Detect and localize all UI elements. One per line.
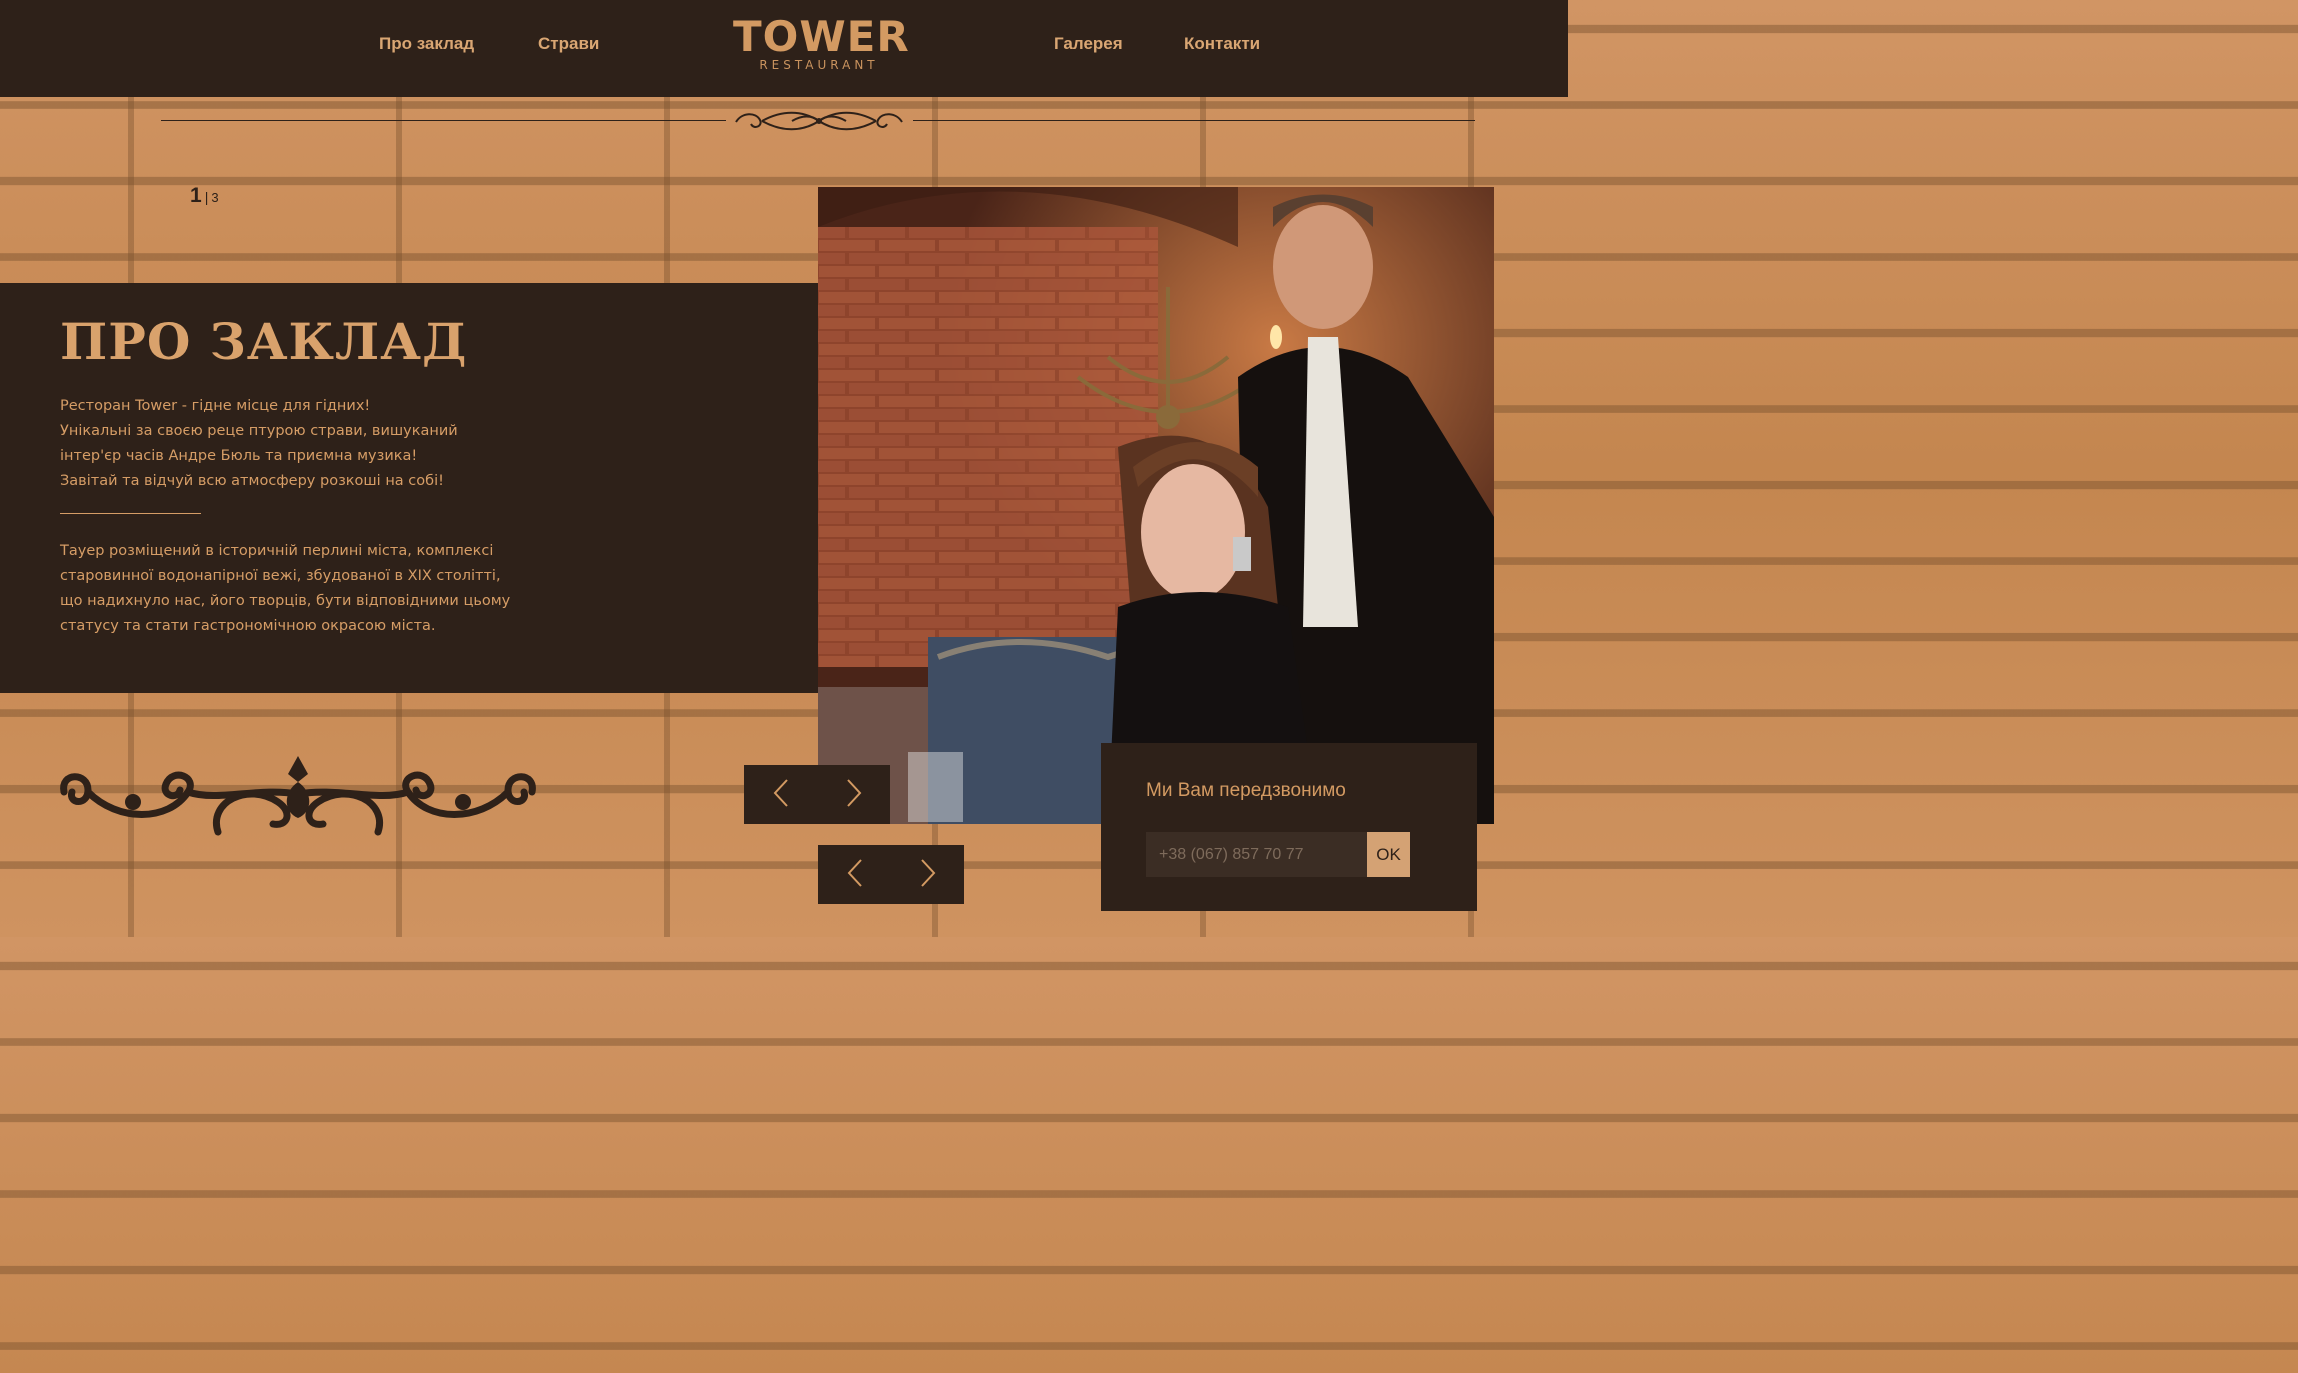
about-line: Завітай та відчуй всю атмосферу розкоші … xyxy=(60,473,444,489)
about-paragraph-1: Ресторан Tower - гідне місце для гідних!… xyxy=(60,394,458,494)
divider-line-right xyxy=(913,120,1475,121)
page-title: ПРО ЗАКЛАД xyxy=(60,312,468,371)
chevron-left-icon xyxy=(846,858,864,892)
slide-next-button[interactable] xyxy=(891,845,964,904)
flourish-ornament-icon xyxy=(58,752,538,848)
logo-main-text: TOWER xyxy=(733,12,910,61)
about-divider xyxy=(60,513,201,514)
about-line: інтер'єр часів Андре Бюль та приємна муз… xyxy=(60,448,418,464)
photo-prev-button[interactable] xyxy=(744,765,817,824)
slide-counter: 1 | 3 xyxy=(190,184,219,208)
chevron-right-icon xyxy=(845,778,863,812)
chevron-right-icon xyxy=(919,858,937,892)
nav-contacts[interactable]: Контакти xyxy=(1184,34,1260,54)
callback-form: Ми Вам передзвонимо OK xyxy=(1101,743,1477,911)
about-line: статусу та стати гастрономічною окрасою … xyxy=(60,618,436,634)
nav-gallery[interactable]: Галерея xyxy=(1054,34,1123,54)
slide-arrows xyxy=(818,845,964,904)
about-line: що надихнуло нас, його творців, бути від… xyxy=(60,593,511,609)
nav-about[interactable]: Про заклад xyxy=(379,34,474,54)
chevron-left-icon xyxy=(772,778,790,812)
slide-separator: | xyxy=(204,189,209,205)
ok-button[interactable]: OK xyxy=(1367,832,1410,877)
about-line: Тауер розміщений в історичній перлині мі… xyxy=(60,543,494,559)
about-paragraph-2: Тауер розміщений в історичній перлині мі… xyxy=(60,539,510,639)
nav-dishes[interactable]: Страви xyxy=(538,34,599,54)
slide-total: 3 xyxy=(211,190,219,205)
about-line: Ресторан Tower - гідне місце для гідних! xyxy=(60,398,371,414)
site-header: Про заклад Страви TOWER RESTAURANT Галер… xyxy=(0,0,1568,97)
slide-current: 1 xyxy=(190,184,202,207)
divider-line-left xyxy=(161,120,726,121)
callback-title: Ми Вам передзвонимо xyxy=(1146,780,1346,801)
logo[interactable]: TOWER RESTAURANT xyxy=(733,12,910,73)
slide-prev-button[interactable] xyxy=(818,845,891,904)
phone-input[interactable] xyxy=(1146,832,1367,877)
photo-next-button[interactable] xyxy=(817,765,890,824)
restaurant-photo xyxy=(818,187,1494,824)
about-line: Унікальні за своєю реце птурою страви, в… xyxy=(60,423,458,439)
photo-slider-arrows xyxy=(744,765,890,824)
about-line: старовинної водонапірної вежі, збудовано… xyxy=(60,568,501,584)
ornament-divider-icon xyxy=(732,106,906,140)
